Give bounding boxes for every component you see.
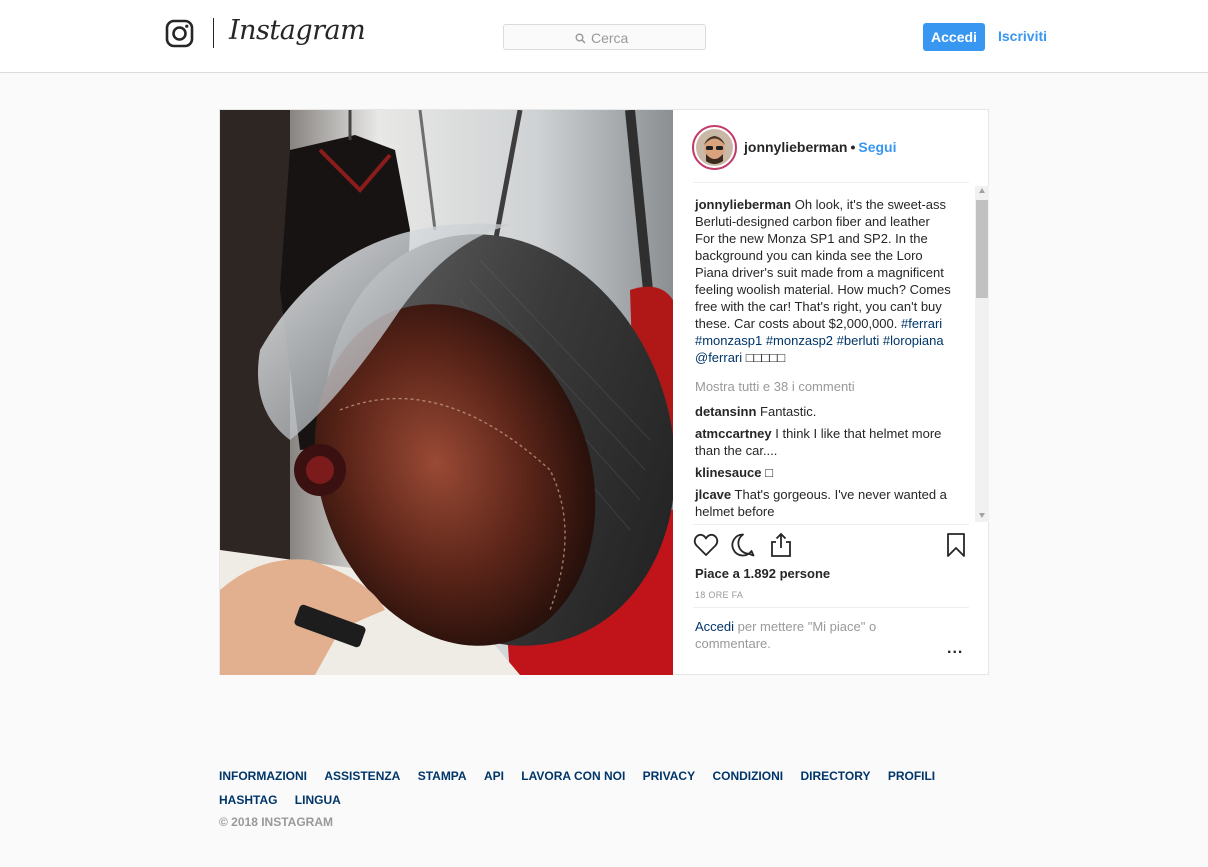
login-link[interactable]: Accedi (695, 619, 734, 634)
comment-text: That's gorgeous. I've never wanted a hel… (695, 487, 947, 519)
header-divider (693, 182, 969, 183)
post-timestamp[interactable]: 18 ORE FA (695, 590, 743, 600)
post-actions (693, 532, 969, 560)
caption-text: Oh look, it's the sweet-ass Berluti-desi… (695, 197, 951, 331)
post-sidebar: jonnylieberman • Segui jonnylieberman Oh l… (673, 110, 989, 675)
footer-link[interactable]: PROFILI (888, 764, 935, 788)
scroll-thumb[interactable] (976, 200, 988, 298)
instagram-wordmark-logo[interactable]: Instagram (229, 15, 366, 46)
footer-link[interactable]: PRIVACY (643, 764, 695, 788)
comment-text: □ (765, 465, 773, 480)
likes-count[interactable]: Piace a 1.892 persone (695, 566, 830, 581)
signup-link[interactable]: Iscriviti (998, 28, 1047, 44)
avatar[interactable] (692, 125, 737, 170)
post-card: jonnylieberman • Segui jonnylieberman Oh l… (219, 109, 989, 675)
footer-link[interactable]: API (484, 764, 504, 788)
footer-link[interactable]: STAMPA (418, 764, 467, 788)
comment-icon[interactable] (730, 532, 756, 558)
search-icon (575, 33, 586, 44)
footer-link[interactable]: HASHTAG (219, 788, 277, 812)
post-header: jonnylieberman • Segui (673, 110, 989, 183)
helmet-photo-illustration (220, 110, 673, 675)
footer-link[interactable]: CONDIZIONI (712, 764, 783, 788)
comment-item: jlcave That's gorgeous. I've never wante… (695, 486, 951, 520)
bookmark-icon[interactable] (943, 532, 969, 558)
top-navigation-bar: Instagram Cerca Accedi Iscriviti (0, 0, 1208, 73)
comment-item: klinesauce □ (695, 464, 951, 481)
author-username[interactable]: jonnylieberman (744, 139, 847, 155)
heart-icon[interactable] (693, 532, 719, 558)
login-divider (693, 607, 969, 608)
search-placeholder: Cerca (591, 30, 629, 46)
comment-username[interactable]: atmccartney (695, 426, 772, 441)
actions-divider (693, 524, 969, 525)
comment-item: atmccartney I think I like that helmet m… (695, 425, 951, 459)
avatar-face-illustration (696, 129, 733, 166)
login-prompt: Accedi per mettere "Mi piace" o commenta… (695, 618, 905, 652)
comment-username[interactable]: klinesauce (695, 465, 762, 480)
footer-link[interactable]: LAVORA CON NOI (521, 764, 625, 788)
footer-link[interactable]: DIRECTORY (800, 764, 870, 788)
view-all-comments-link[interactable]: Mostra tutti e 38 i commenti (695, 378, 951, 395)
comment-text: Fantastic. (760, 404, 817, 419)
logo-divider (213, 18, 214, 48)
follow-button[interactable]: Segui (858, 139, 896, 155)
instagram-camera-icon[interactable] (165, 19, 194, 48)
footer-link[interactable]: ASSISTENZA (324, 764, 400, 788)
footer-link[interactable]: LINGUA (295, 788, 341, 812)
separator-dot: • (850, 139, 856, 155)
comment-username[interactable]: jlcave (695, 487, 731, 502)
login-button[interactable]: Accedi (923, 23, 985, 51)
footer-nav: INFORMAZIONI ASSISTENZA STAMPA API LAVOR… (219, 764, 959, 812)
comment-username[interactable]: detansinn (695, 404, 756, 419)
search-input[interactable]: Cerca (503, 24, 706, 50)
share-icon[interactable] (768, 532, 794, 558)
copyright-text: © 2018 INSTAGRAM (219, 815, 333, 829)
scroll-up-arrow-icon[interactable] (979, 188, 985, 193)
post-author-header: jonnylieberman • Segui (744, 139, 897, 155)
comment-item: detansinn Fantastic. (695, 403, 951, 420)
more-options-button[interactable]: ... (947, 640, 963, 658)
comments-scrollbar[interactable] (975, 186, 989, 522)
footer-link[interactable]: INFORMAZIONI (219, 764, 307, 788)
scroll-down-arrow-icon[interactable] (979, 513, 985, 518)
caption-emoji: □□□□□ (745, 350, 786, 365)
caption-username[interactable]: jonnylieberman (695, 197, 791, 212)
post-photo[interactable] (220, 110, 673, 675)
caption: jonnylieberman Oh look, it's the sweet-a… (695, 196, 951, 366)
comments-section: jonnylieberman Oh look, it's the sweet-a… (695, 196, 951, 525)
